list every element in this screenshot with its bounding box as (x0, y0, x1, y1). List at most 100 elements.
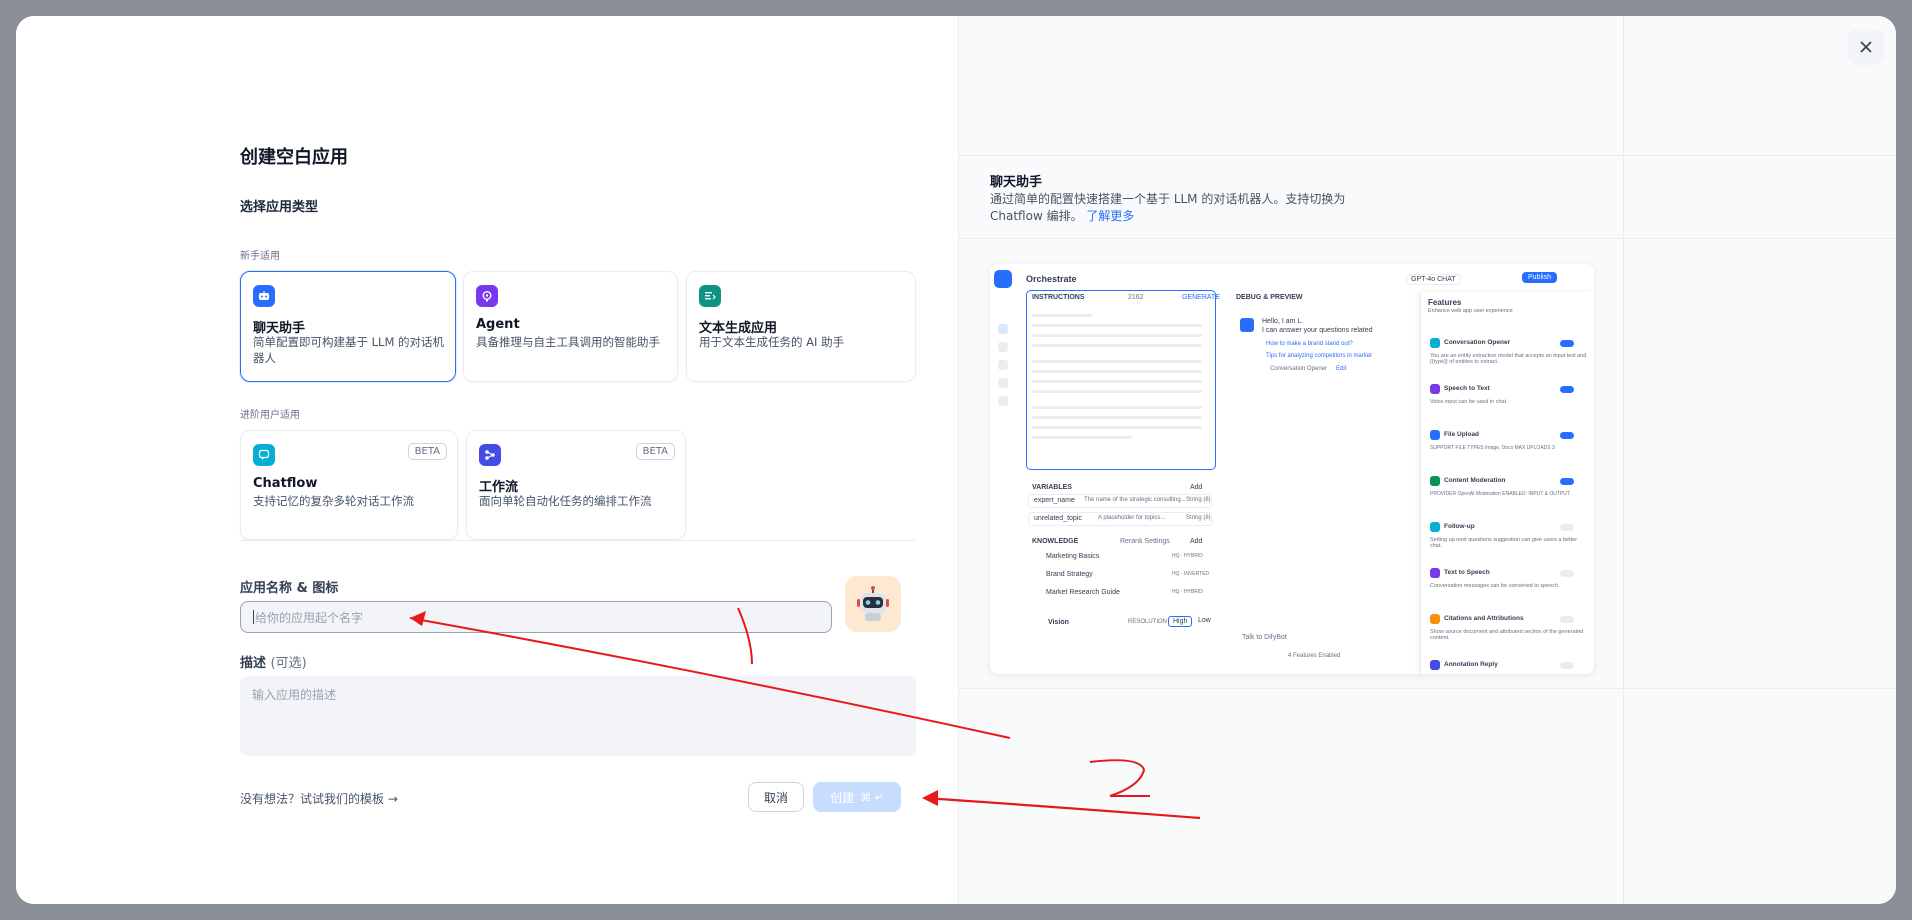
section-divider (240, 540, 916, 541)
orchestrate-title: Orchestrate (1026, 274, 1077, 284)
description-label: 描述 (可选) (240, 652, 307, 671)
preview-description: 通过简单的配置快速搭建一个基于 LLM 的对话机器人。支持切换为 Chatflo… (990, 191, 1350, 225)
resolution-high: High (1168, 616, 1193, 627)
text-placeholder-line (1032, 344, 1202, 347)
feature-toggle (1560, 386, 1574, 393)
knowledge-doc: Market Research Guide (1046, 589, 1120, 596)
card-title: Chatflow (253, 476, 318, 491)
description-textarea[interactable]: 输入应用的描述 (240, 676, 916, 756)
template-link[interactable]: 没有想法？试试我们的模板 → (240, 790, 398, 807)
instructions-label: INSTRUCTIONS (1032, 294, 1085, 301)
advanced-section-label: 进阶用户适用 (240, 410, 300, 421)
feature-icon (1430, 476, 1440, 486)
card-desc: 简单配置即可构建基于 LLM 的对话机器人 (253, 335, 445, 365)
bot-avatar-icon (1240, 318, 1254, 332)
text-placeholder-line (1032, 406, 1202, 409)
model-tag: CHAT (1437, 276, 1456, 283)
shortcut-hint: ⌘ ↵ (860, 790, 884, 804)
bot-greeting: Hello, I am L. (1262, 318, 1304, 325)
text-placeholder-line (1032, 360, 1202, 363)
publish-button: Publish (1522, 272, 1557, 283)
app-name-placeholder: 给你的应用起个名字 (255, 610, 364, 625)
feature-desc: Voice input can be used in chat. (1430, 399, 1508, 405)
beta-badge: BETA (407, 443, 447, 460)
close-button[interactable] (1848, 29, 1884, 65)
description-placeholder: 输入应用的描述 (252, 688, 337, 702)
app-type-card-text-generator[interactable]: 文本生成应用 用于文本生成任务的 AI 助手 (686, 271, 916, 382)
grid-line (958, 155, 1896, 156)
variable-type: String (8) (1186, 497, 1211, 503)
learn-more-link[interactable]: 了解更多 (1086, 209, 1134, 223)
grid-line (958, 688, 1896, 689)
vision-label: Vision (1048, 619, 1069, 626)
robot-avatar-icon (857, 586, 889, 621)
feature-toggle (1560, 616, 1574, 623)
close-icon (1860, 41, 1872, 53)
add-knowledge: Add (1190, 538, 1203, 545)
edit-link: Edit (1336, 366, 1347, 372)
knowledge-tag: HQ · INVERTED (1172, 571, 1210, 577)
sidebar-icon (998, 378, 1008, 388)
arrow-right-icon: → (387, 792, 398, 806)
card-desc: 用于文本生成任务的 AI 助手 (699, 335, 845, 349)
text-placeholder-line (1032, 334, 1202, 337)
app-type-card-workflow[interactable]: BETA 工作流 面向单轮自动化任务的编排工作流 (466, 430, 686, 540)
card-desc: 支持记忆的复杂多轮对话工作流 (253, 494, 414, 508)
bot-greeting-2: I can answer your questions related (1262, 327, 1373, 334)
sidebar-icon (998, 360, 1008, 370)
variable-type: String (8) (1186, 515, 1211, 521)
template-link-text: 没有想法？试试我们的模板 (240, 792, 385, 806)
feature-toggle (1560, 340, 1574, 347)
feature-icon (1430, 614, 1440, 624)
text-placeholder-line (1032, 380, 1202, 383)
feature-desc: PROVIDER OpenAI Moderation ENABLED: INPU… (1430, 491, 1570, 497)
sidebar-icon (998, 324, 1008, 334)
feature-name: Follow-up (1444, 523, 1475, 530)
preview-screenshot: Orchestrate GPT-4o CHAT Publish INSTRUCT… (990, 264, 1594, 674)
beta-badge: BETA (635, 443, 675, 460)
app-name-label: 应用名称 & 图标 (240, 581, 339, 596)
variable-desc: A placeholder for topics... (1098, 515, 1166, 521)
variable-desc: The name of the strategic consulting... (1084, 497, 1186, 503)
resolution-label: RESOLUTION (1128, 619, 1168, 625)
debug-preview-label: DEBUG & PREVIEW (1236, 294, 1303, 301)
app-type-card-agent[interactable]: Agent 具备推理与自主工具调用的智能助手 (463, 271, 678, 382)
preview-title: 聊天助手 (990, 175, 1043, 190)
sidebar-icon (998, 396, 1008, 406)
feature-desc: Setting up next questions suggestion can… (1430, 537, 1578, 549)
text-placeholder-line (1032, 416, 1202, 419)
app-type-card-chatflow[interactable]: BETA Chatflow 支持记忆的复杂多轮对话工作流 (240, 430, 458, 540)
app-icon-picker[interactable] (845, 576, 901, 632)
description-label-text: 描述 (240, 656, 267, 671)
chatflow-icon (253, 444, 275, 466)
grid-line (958, 238, 1896, 239)
card-desc: 具备推理与自主工具调用的智能助手 (476, 335, 660, 349)
feature-toggle (1560, 662, 1574, 669)
variable-name: unrelated_topic (1034, 515, 1082, 522)
feature-icon (1430, 568, 1440, 578)
feature-icon (1430, 384, 1440, 394)
add-variable: Add (1190, 484, 1203, 491)
app-type-heading: 选择应用类型 (240, 200, 319, 215)
cancel-button[interactable]: 取消 (748, 782, 804, 812)
text-gen-icon (699, 285, 721, 307)
generate-link: GENERATE (1182, 294, 1220, 301)
instructions-count: 2162 (1128, 294, 1144, 301)
suggested-question: Tips for analyzing competitors in market (1266, 353, 1372, 359)
knowledge-doc: Brand Strategy (1046, 571, 1093, 578)
features-title: Features (1428, 298, 1462, 307)
conversation-opener-tag: Conversation Opener (1270, 366, 1328, 372)
create-button[interactable]: 创建 ⌘ ↵ (813, 782, 901, 812)
feature-desc: Conversation messages can be converted t… (1430, 583, 1560, 589)
suggested-question: How to make a brand stand out? (1266, 341, 1353, 347)
feature-name: Annotation Reply (1444, 661, 1498, 668)
create-button-label: 创建 (830, 790, 855, 805)
app-type-card-chat-assistant[interactable]: 聊天助手 简单配置即可构建基于 LLM 的对话机器人 (240, 271, 456, 382)
text-placeholder-line (1032, 370, 1202, 373)
feature-name: Content Moderation (1444, 477, 1506, 484)
app-name-input[interactable]: 给你的应用起个名字 (240, 601, 832, 633)
card-desc: 面向单轮自动化任务的编排工作流 (479, 494, 652, 508)
feature-name: Conversation Opener (1444, 339, 1511, 346)
feature-name: Citations and Attributions (1444, 615, 1524, 622)
variables-label: VARIABLES (1032, 484, 1072, 491)
